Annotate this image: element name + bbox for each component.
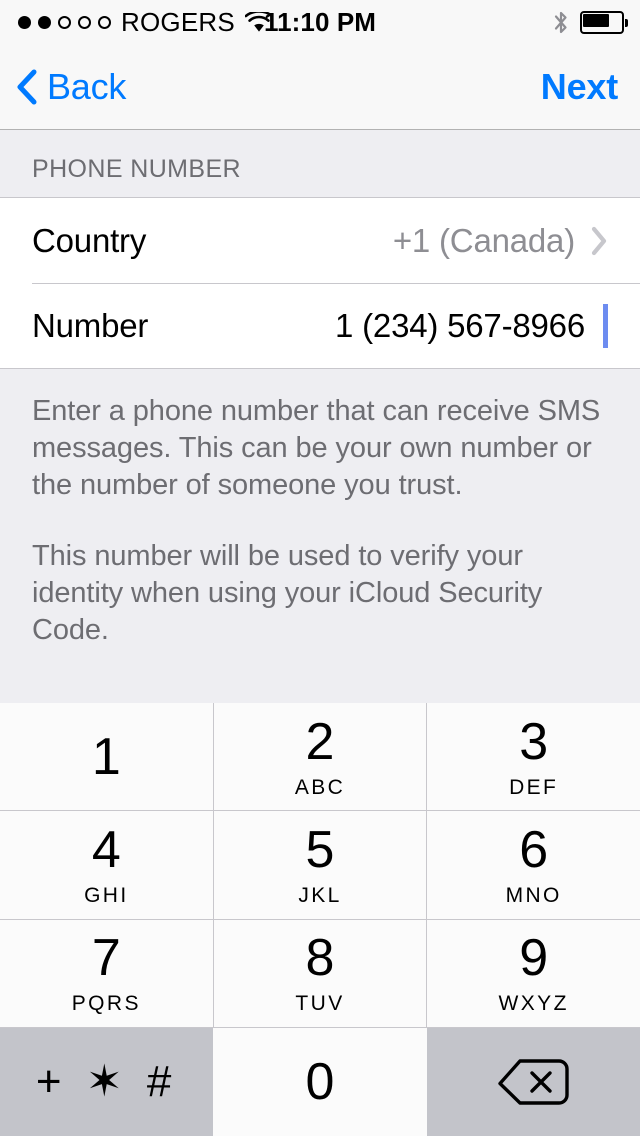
key-symbols[interactable]: + ✶ # — [0, 1027, 214, 1136]
section-header-phone-number: PHONE NUMBER — [32, 155, 241, 183]
footer-paragraph-2: This number will be used to verify your … — [32, 540, 543, 646]
key-0[interactable]: 0 — [213, 1027, 427, 1136]
keypad-row-1: 1 2 ABC 3 DEF — [0, 703, 640, 812]
country-row-label: Country — [32, 221, 147, 259]
country-row-accessory-group: +1 (Canada) — [393, 222, 608, 260]
back-button-label: Back — [47, 65, 127, 107]
key-7[interactable]: 7 PQRS — [0, 919, 214, 1028]
carrier-name: ROGERS — [121, 6, 235, 37]
key-1-digit: 1 — [91, 727, 121, 786]
key-4[interactable]: 4 GHI — [0, 811, 214, 920]
key-2[interactable]: 2 ABC — [213, 703, 428, 812]
next-button[interactable]: Next — [541, 44, 618, 129]
phone-number-cell-group: Country +1 (Canada) Number 1 (234) 567-8… — [0, 197, 640, 369]
form-footer-text: Enter a phone number that can receive SM… — [0, 369, 640, 649]
country-row[interactable]: Country +1 (Canada) — [0, 198, 640, 283]
number-row[interactable]: Number 1 (234) 567-8966 — [0, 283, 640, 368]
key-8-digit: 8 — [305, 929, 335, 988]
status-bar-clock: 11:10 PM — [263, 6, 377, 37]
key-9-letters: WXYZ — [498, 992, 569, 1016]
backspace-icon — [496, 1056, 570, 1108]
key-9[interactable]: 9 WXYZ — [427, 919, 640, 1028]
key-symbols-label: + ✶ # — [35, 1056, 178, 1106]
key-3-digit: 3 — [519, 712, 549, 771]
chevron-left-icon — [16, 69, 38, 105]
status-bar-left: ROGERS — [0, 6, 274, 38]
text-caret — [603, 303, 608, 348]
key-4-digit: 4 — [91, 820, 121, 879]
number-input-value[interactable]: 1 (234) 567-8966 — [335, 307, 585, 345]
key-5[interactable]: 5 JKL — [213, 811, 428, 920]
key-5-letters: JKL — [298, 883, 342, 907]
back-button[interactable]: Back — [16, 44, 126, 129]
key-8[interactable]: 8 TUV — [213, 919, 428, 1028]
key-5-digit: 5 — [305, 820, 335, 879]
key-1[interactable]: 1 — [0, 703, 214, 812]
status-bar: ROGERS 11:10 PM — [0, 0, 640, 44]
signal-strength-icon — [18, 15, 111, 29]
wifi-icon — [244, 9, 274, 33]
key-3[interactable]: 3 DEF — [427, 703, 640, 812]
number-row-label: Number — [32, 306, 149, 344]
battery-icon — [580, 10, 628, 34]
key-8-letters: TUV — [295, 992, 345, 1016]
key-4-letters: GHI — [84, 883, 129, 907]
key-6-letters: MNO — [505, 883, 562, 907]
status-bar-right — [553, 0, 628, 44]
keypad-row-4: + ✶ # 0 — [0, 1027, 640, 1136]
bluetooth-icon — [553, 10, 569, 35]
keypad-row-2: 4 GHI 5 JKL 6 MNO — [0, 811, 640, 920]
key-9-digit: 9 — [519, 929, 549, 988]
iphone-screen: ROGERS 11:10 PM Back Next PHONE NUMBER C… — [0, 0, 640, 1136]
form-section: PHONE NUMBER Country +1 (Canada) Number … — [0, 130, 640, 703]
number-row-input-group[interactable]: 1 (234) 567-8966 — [335, 303, 608, 348]
key-3-letters: DEF — [509, 775, 559, 799]
keypad-row-3: 7 PQRS 8 TUV 9 WXYZ — [0, 919, 640, 1028]
key-backspace[interactable] — [426, 1027, 640, 1136]
numeric-keypad: 1 2 ABC 3 DEF 4 GHI 5 JKL 6 MNO 7 PQRS 8… — [0, 703, 640, 1136]
key-6-digit: 6 — [519, 820, 549, 879]
navigation-bar: Back Next — [0, 44, 640, 130]
key-2-digit: 2 — [305, 712, 335, 771]
footer-paragraph-1: Enter a phone number that can receive SM… — [32, 395, 601, 501]
chevron-right-icon — [591, 226, 608, 256]
country-row-value: +1 (Canada) — [392, 221, 575, 259]
key-6[interactable]: 6 MNO — [427, 811, 640, 920]
key-7-letters: PQRS — [71, 992, 141, 1016]
key-0-digit: 0 — [305, 1052, 335, 1111]
key-2-letters: ABC — [294, 775, 346, 799]
key-7-digit: 7 — [91, 929, 121, 988]
